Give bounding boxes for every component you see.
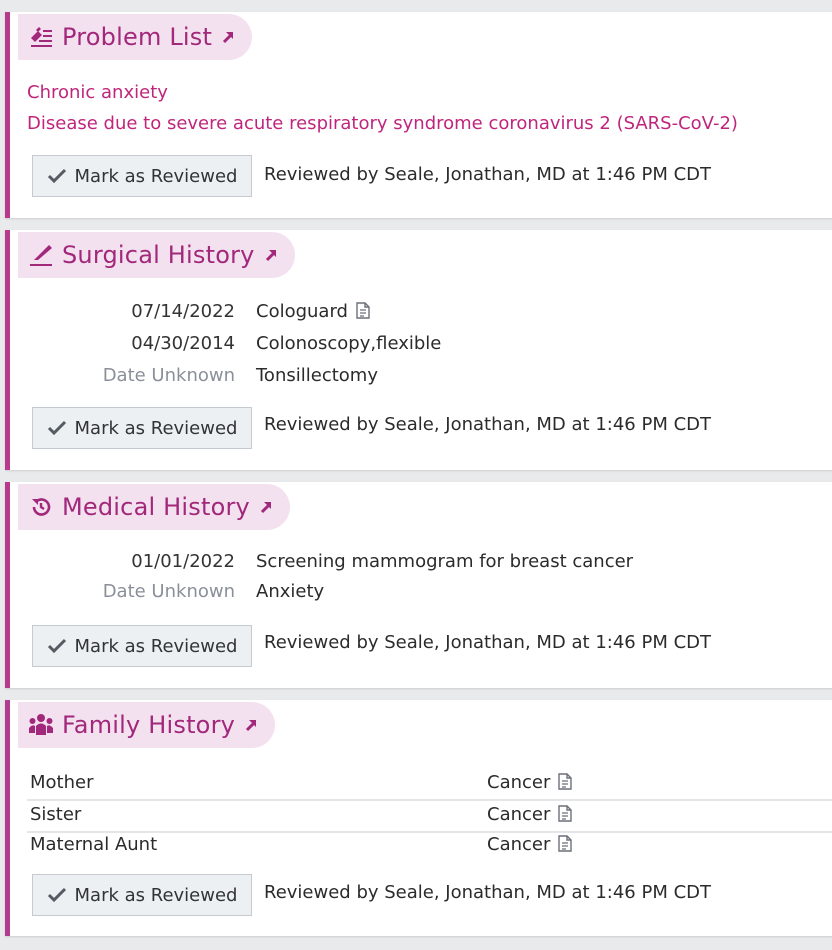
problem-list-section: Problem List Chronic anxiety Disease due… (5, 12, 832, 218)
family-condition: Cancer (487, 804, 573, 827)
family-history-row[interactable]: Sister Cancer (27, 801, 832, 833)
external-link-icon[interactable] (243, 717, 259, 733)
external-link-icon[interactable] (258, 499, 274, 515)
reviewed-by-text: Reviewed by Seale, Jonathan, MD at 1:46 … (264, 164, 711, 185)
family-history-row[interactable]: Maternal Aunt Cancer (27, 831, 832, 861)
reviewed-by-text: Reviewed by Seale, Jonathan, MD at 1:46 … (264, 414, 711, 435)
condition-label: Cancer (487, 834, 551, 855)
surgery-name: Cologuard (256, 301, 348, 322)
mark-as-reviewed-button[interactable]: Mark as Reviewed (32, 407, 252, 449)
mark-as-reviewed-button[interactable]: Mark as Reviewed (32, 155, 252, 197)
family-history-title: Family History (62, 711, 236, 739)
medical-history-title: Medical History (62, 493, 250, 521)
document-icon[interactable] (558, 773, 573, 795)
checkmark-icon (47, 638, 67, 654)
surgery-description[interactable]: Colonoscopy,flexible (256, 333, 441, 354)
family-history-row[interactable]: Mother Cancer (27, 769, 832, 801)
button-label: Mark as Reviewed (74, 165, 238, 187)
family-condition: Cancer (487, 772, 573, 795)
external-link-icon[interactable] (263, 247, 279, 263)
medical-history-header[interactable]: Medical History (18, 484, 290, 530)
surgery-date: Date Unknown (102, 365, 235, 386)
family-condition: Cancer (487, 834, 573, 857)
family-relation: Maternal Aunt (30, 834, 158, 855)
mark-as-reviewed-button[interactable]: Mark as Reviewed (32, 625, 252, 667)
document-icon[interactable] (558, 835, 573, 857)
surgery-description[interactable]: Cologuard (256, 301, 370, 324)
button-label: Mark as Reviewed (74, 884, 238, 906)
button-label: Mark as Reviewed (74, 417, 238, 439)
problem-list-title: Problem List (62, 23, 213, 51)
document-icon[interactable] (356, 302, 370, 324)
family-relation: Sister (30, 804, 82, 825)
medical-description[interactable]: Anxiety (256, 581, 324, 602)
history-clock-icon (28, 494, 54, 520)
medical-date: Date Unknown (102, 581, 235, 602)
problem-list-icon (28, 24, 54, 50)
surgery-date: 07/14/2022 (131, 301, 235, 322)
reviewed-by-text: Reviewed by Seale, Jonathan, MD at 1:46 … (264, 632, 711, 653)
checkmark-icon (47, 420, 67, 436)
condition-label: Cancer (487, 772, 551, 793)
checkmark-icon (47, 168, 67, 184)
family-icon (28, 712, 54, 738)
medical-date: 01/01/2022 (131, 551, 235, 572)
mark-as-reviewed-button[interactable]: Mark as Reviewed (32, 874, 252, 916)
family-history-section: Family History Mother Cancer Sister Canc… (5, 700, 832, 936)
surgery-date: 04/30/2014 (131, 333, 235, 354)
problem-item[interactable]: Chronic anxiety (27, 82, 168, 103)
checkmark-icon (47, 887, 67, 903)
medical-description[interactable]: Screening mammogram for breast cancer (256, 551, 633, 572)
surgery-description[interactable]: Tonsillectomy (256, 365, 378, 386)
surgical-history-title: Surgical History (62, 241, 255, 269)
medical-history-section: Medical History 01/01/2022 Screening mam… (5, 482, 832, 688)
family-relation: Mother (30, 772, 94, 793)
scalpel-icon (28, 242, 54, 268)
problem-item[interactable]: Disease due to severe acute respiratory … (27, 113, 738, 134)
top-strip (0, 0, 832, 10)
problem-list-header[interactable]: Problem List (18, 14, 253, 60)
reviewed-by-text: Reviewed by Seale, Jonathan, MD at 1:46 … (264, 882, 711, 903)
button-label: Mark as Reviewed (74, 635, 238, 657)
document-icon[interactable] (558, 805, 573, 827)
surgical-history-section: Surgical History 07/14/2022 Cologuard 04… (5, 230, 832, 470)
condition-label: Cancer (487, 804, 551, 825)
external-link-icon[interactable] (220, 29, 236, 45)
surgical-history-header[interactable]: Surgical History (18, 232, 295, 278)
family-history-header[interactable]: Family History (18, 702, 276, 748)
